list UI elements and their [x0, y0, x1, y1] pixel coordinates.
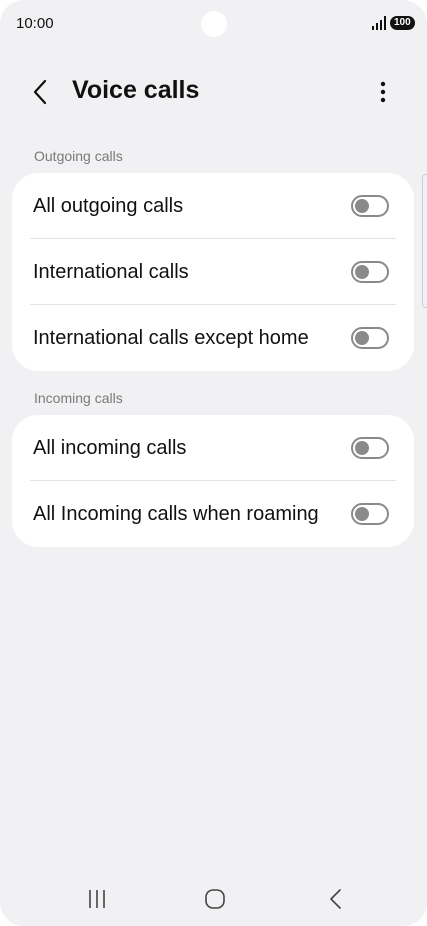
row-label: All outgoing calls — [33, 195, 184, 217]
row-label: International calls except home — [33, 327, 309, 349]
settings-screen: 10:00 100 Voice calls Outgoing calls All… — [0, 0, 427, 926]
signal-icon — [372, 16, 386, 30]
camera-hole-icon — [201, 11, 227, 37]
setting-row-international-except-home[interactable]: International calls except home — [12, 305, 414, 371]
section-label-incoming: Incoming calls — [34, 390, 123, 406]
setting-row-all-outgoing[interactable]: All outgoing calls — [12, 173, 414, 239]
status-bar: 10:00 100 — [0, 0, 427, 48]
toggle-switch[interactable] — [351, 437, 389, 459]
incoming-calls-card: All incoming calls All Incoming calls wh… — [12, 415, 414, 547]
setting-row-incoming-roaming[interactable]: All Incoming calls when roaming — [12, 481, 414, 547]
nav-back-icon[interactable] — [321, 886, 351, 912]
toggle-switch[interactable] — [351, 195, 389, 217]
home-icon[interactable] — [200, 886, 230, 912]
row-label: All incoming calls — [33, 437, 187, 459]
navigation-bar — [0, 870, 427, 926]
row-label: All Incoming calls when roaming — [33, 503, 319, 525]
recent-apps-icon[interactable] — [82, 886, 112, 912]
toggle-knob — [355, 265, 369, 279]
row-label: International calls — [33, 261, 189, 283]
toggle-switch[interactable] — [351, 261, 389, 283]
toggle-knob — [355, 331, 369, 345]
toggle-knob — [355, 441, 369, 455]
outgoing-calls-card: All outgoing calls International calls I… — [12, 173, 414, 371]
more-options-icon[interactable] — [370, 77, 396, 107]
section-label-outgoing: Outgoing calls — [34, 148, 123, 164]
battery-icon: 100 — [390, 16, 415, 30]
toggle-knob — [355, 199, 369, 213]
scroll-edge-indicator — [422, 174, 427, 308]
toggle-switch[interactable] — [351, 503, 389, 525]
status-time: 10:00 — [16, 15, 54, 32]
back-arrow-icon[interactable] — [26, 77, 56, 107]
toggle-knob — [355, 507, 369, 521]
page-title: Voice calls — [72, 76, 200, 104]
toggle-switch[interactable] — [351, 327, 389, 349]
setting-row-international[interactable]: International calls — [12, 239, 414, 305]
setting-row-all-incoming[interactable]: All incoming calls — [12, 415, 414, 481]
